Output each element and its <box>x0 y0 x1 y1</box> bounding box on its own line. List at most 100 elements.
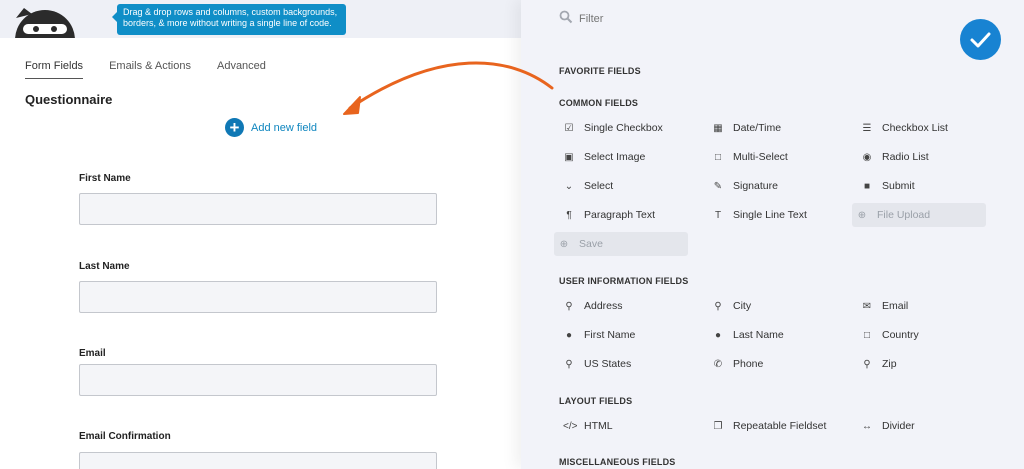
field-label: File Upload <box>877 209 931 221</box>
field-file-upload[interactable]: ⊕ File Upload <box>852 203 986 227</box>
email-label: Email <box>79 348 106 359</box>
tab-emails-actions[interactable]: Emails & Actions <box>109 60 191 79</box>
field-label: Submit <box>882 180 915 192</box>
email-confirmation-label: Email Confirmation <box>79 431 171 442</box>
last-name-field[interactable] <box>79 281 437 313</box>
field-submit[interactable]: ■ Submit <box>857 174 915 198</box>
field-country[interactable]: □ Country <box>857 323 919 347</box>
field-last-name[interactable]: ● Last Name <box>708 323 784 347</box>
field-label: Multi-Select <box>733 151 788 163</box>
field-date-time[interactable]: ▦ Date/Time <box>708 116 781 140</box>
info-tooltip: Drag & drop rows and columns, custom bac… <box>112 4 346 35</box>
calendar-icon: ▦ <box>713 122 723 134</box>
fields-drawer: FAVORITE FIELDS COMMON FIELDS ☑ Single C… <box>521 0 1024 469</box>
field-label: Address <box>584 300 623 312</box>
email-confirmation-field[interactable] <box>79 452 437 469</box>
field-label: HTML <box>584 420 613 432</box>
radio-icon: ◉ <box>862 151 872 163</box>
text-icon: T <box>714 209 722 221</box>
field-single-line-text[interactable]: T Single Line Text <box>708 203 807 227</box>
field-checkbox-list[interactable]: ☰ Checkbox List <box>857 116 948 140</box>
field-select[interactable]: ⌄ Select <box>559 174 613 198</box>
field-signature[interactable]: ✎ Signature <box>708 174 778 198</box>
phone-icon: ✆ <box>713 358 723 370</box>
tab-advanced[interactable]: Advanced <box>217 60 266 79</box>
plus-circle-icon: ⊕ <box>559 238 569 250</box>
checkbox-icon: ☑ <box>564 122 574 134</box>
field-select-image[interactable]: ▣ Select Image <box>559 145 645 169</box>
field-email[interactable]: ✉ Email <box>857 294 908 318</box>
filter-input[interactable] <box>579 4 779 25</box>
add-new-field-button[interactable]: + Add new field <box>225 118 317 137</box>
map-marker-icon: ⚲ <box>565 300 573 312</box>
list-icon: ☰ <box>862 122 872 134</box>
field-repeatable-fieldset[interactable]: ❐ Repeatable Fieldset <box>708 414 827 438</box>
field-radio-list[interactable]: ◉ Radio List <box>857 145 929 169</box>
tooltip-line-1: Drag & drop rows and columns, custom bac… <box>123 7 338 17</box>
common-fields-heading: COMMON FIELDS <box>559 98 639 108</box>
plus-circle-icon: + <box>225 118 244 137</box>
field-label: US States <box>584 358 632 370</box>
filled-square-icon: ■ <box>863 180 871 192</box>
field-single-checkbox[interactable]: ☑ Single Checkbox <box>559 116 663 140</box>
filter-bar <box>559 4 779 25</box>
field-phone[interactable]: ✆ Phone <box>708 352 764 376</box>
field-label: Country <box>882 329 919 341</box>
field-label: Save <box>579 238 603 250</box>
field-label: Single Checkbox <box>584 122 663 134</box>
copy-icon: ❐ <box>713 420 723 432</box>
form-title: Questionnaire <box>25 92 113 107</box>
field-label: Phone <box>733 358 764 370</box>
field-label: Radio List <box>882 151 929 163</box>
field-label: Select <box>584 180 614 192</box>
field-label: Single Line Text <box>733 209 807 221</box>
square-icon: □ <box>714 151 722 163</box>
field-label: Date/Time <box>733 122 782 134</box>
field-label: Last Name <box>733 329 784 341</box>
email-field[interactable] <box>79 364 437 396</box>
field-html[interactable]: </> HTML <box>559 414 613 438</box>
chevron-down-icon: ⌄ <box>564 180 574 192</box>
field-label: Email <box>882 300 909 312</box>
pen-icon: ✎ <box>713 180 723 192</box>
field-multi-select[interactable]: □ Multi-Select <box>708 145 788 169</box>
map-marker-icon: ⚲ <box>565 358 573 370</box>
user-icon: ● <box>565 329 573 341</box>
arrows-h-icon: ↔ <box>862 420 872 432</box>
field-first-name[interactable]: ● First Name <box>559 323 635 347</box>
confirm-button[interactable] <box>960 19 1001 60</box>
map-marker-icon: ⚲ <box>863 358 871 370</box>
search-icon <box>559 10 573 23</box>
user-icon: ● <box>714 329 722 341</box>
field-label: Paragraph Text <box>584 209 656 221</box>
image-icon: ▣ <box>564 151 574 163</box>
ninja-logo <box>6 0 84 38</box>
field-label: Signature <box>733 180 778 192</box>
field-address[interactable]: ⚲ Address <box>559 294 623 318</box>
first-name-field[interactable] <box>79 193 437 225</box>
builder-tabs: Form Fields Emails & Actions Advanced <box>25 60 266 79</box>
field-us-states[interactable]: ⚲ US States <box>559 352 631 376</box>
field-divider[interactable]: ↔ Divider <box>857 414 915 438</box>
tab-form-fields[interactable]: Form Fields <box>25 60 84 79</box>
field-label: Checkbox List <box>882 122 948 134</box>
last-name-label: Last Name <box>79 261 130 272</box>
upload-icon: ⊕ <box>857 209 867 221</box>
field-label: Divider <box>882 420 915 432</box>
field-label: Select Image <box>584 151 646 163</box>
tooltip-line-2: borders, & more without writing a single… <box>123 17 332 28</box>
field-city[interactable]: ⚲ City <box>708 294 751 318</box>
field-paragraph-text[interactable]: ¶ Paragraph Text <box>559 203 655 227</box>
envelope-icon: ✉ <box>862 300 872 312</box>
code-icon: </> <box>563 420 578 432</box>
add-new-field-label: Add new field <box>251 121 318 134</box>
user-information-fields-heading: USER INFORMATION FIELDS <box>559 276 689 286</box>
map-marker-icon: ⚲ <box>714 300 722 312</box>
field-zip[interactable]: ⚲ Zip <box>857 352 897 376</box>
square-icon: □ <box>863 329 871 341</box>
paragraph-icon: ¶ <box>566 209 572 221</box>
layout-fields-heading: LAYOUT FIELDS <box>559 396 633 406</box>
field-label: Zip <box>882 358 897 370</box>
first-name-label: First Name <box>79 173 131 184</box>
field-save[interactable]: ⊕ Save <box>554 232 688 256</box>
